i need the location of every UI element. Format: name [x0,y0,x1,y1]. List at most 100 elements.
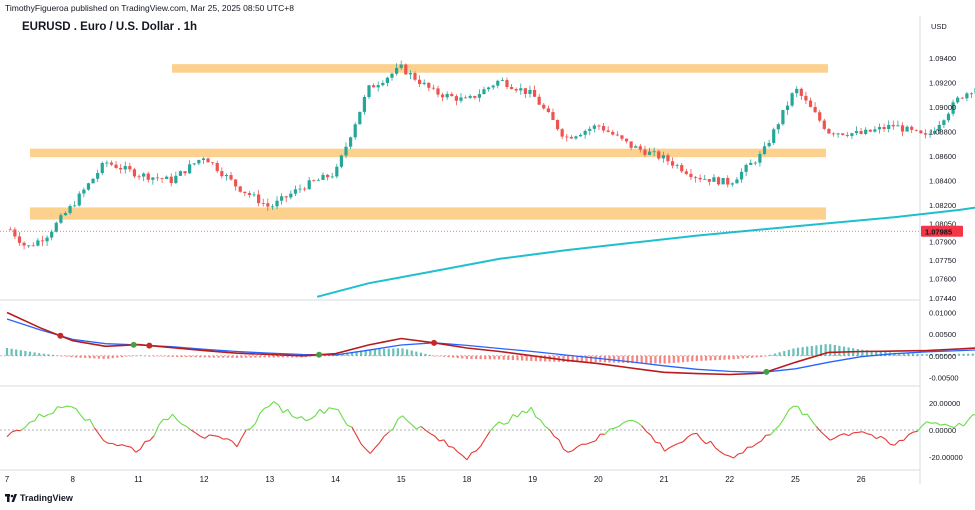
macd-histogram-bar [663,355,666,364]
candle-body [372,85,376,88]
price-tick-label: 1.07600 [929,274,956,283]
candle-body [739,171,744,180]
candle-body [8,229,12,231]
candle-body [592,125,596,129]
candle-body [923,133,928,135]
macd-histogram-bar [378,349,381,356]
oscillator-segment [112,443,118,447]
oscillator-segment [623,420,629,424]
macd-histogram-bar [194,355,197,358]
oscillator-segment [319,408,325,414]
oscillator-segment [926,421,932,424]
candle-body [744,164,748,172]
candle-body [910,126,914,130]
oscillator-segment [85,418,90,421]
candle-body [615,134,619,136]
candle-body [629,141,633,148]
oscillator-segment [126,445,132,448]
oscillator-segment [590,440,596,443]
candle-body [905,126,909,132]
time-axis[interactable]: 7 8 11 12 13 14 15 18 19 20 21 22 25 26 [5,475,866,484]
candle-body [132,169,137,177]
macd-histogram-bar [649,355,652,364]
oscillator-segment [369,447,376,454]
macd-crossover-dot [130,341,137,348]
candle-body [17,236,22,243]
macd-histogram-bar [452,355,455,358]
time-tick-label: 25 [791,475,800,484]
macd-histogram-bar [769,354,772,356]
oscillator-segment [277,404,284,414]
candle-body [266,203,270,207]
candle-body [427,82,431,88]
macd-histogram-bar [796,347,800,356]
candle-body [698,177,702,180]
macd-histogram-bar [235,355,239,358]
candle-body [500,80,504,81]
oscillator-segment [75,408,82,416]
moving-average-line [316,206,975,298]
macd-crossover-dot [431,339,438,346]
candle-body [758,153,762,163]
candle-body [109,162,114,165]
oscillator-segment [549,429,555,437]
macd-histogram-bar [392,348,395,356]
macd-crossover-dot [57,332,64,339]
oscillator-segment [880,435,886,440]
oscillator-segment [655,441,661,444]
oscillator-segment [103,440,109,444]
candle-body [799,88,803,96]
oscillator-segment [921,421,928,427]
oscillator-segment [38,413,45,418]
oscillator-segment [866,433,872,436]
price-tick-label: 1.08400 [929,176,956,185]
macd-histogram-bar [695,355,698,362]
macd-histogram-bar [516,355,519,361]
oscillator-segment [6,431,12,438]
candle-body [155,177,160,179]
time-tick-label: 11 [134,475,143,484]
oscillator-segment [296,416,302,419]
oscillator-segment [48,412,54,415]
oscillator-segment [705,440,711,445]
candle-body [339,155,344,167]
oscillator-segment [93,427,100,435]
macd-histogram-bar [157,355,160,357]
macd-histogram-bar [180,355,183,358]
candle-body [229,175,233,180]
macd-histogram-bar [829,344,832,356]
oscillator-segment [195,432,201,437]
macd-histogram-bar [755,355,758,358]
chart-canvas[interactable]: 1.09400 1.09200 1.09000 1.08800 1.08600 1.084… [0,0,975,510]
oscillator-segment [66,405,72,408]
candle-body [404,64,408,75]
candle-body [891,124,895,127]
candle-body [243,191,247,194]
oscillator-segment [751,443,757,448]
oscillator-layer [0,401,975,461]
oscillator-segment [641,425,647,432]
oscillator-segment [416,425,422,430]
oscillator-segment [820,431,826,437]
candle-body [123,166,127,170]
candle-body [119,167,123,170]
macd-histogram-bar [612,355,616,363]
candle-body [822,120,826,129]
candle-body [330,176,334,178]
candle-body [726,178,730,185]
candle-body [900,125,905,132]
macd-histogram-bar [741,355,744,359]
oscillator-segment [71,406,77,410]
macd-histogram-bar [677,355,680,363]
candle-body [473,95,477,98]
macd-histogram-bar [493,355,496,360]
oscillator-segment [287,409,293,417]
candle-body [220,171,224,177]
oscillator-segment [172,413,178,421]
price-axis[interactable]: 1.09400 1.09200 1.09000 1.08800 1.08600 1.084… [929,54,963,462]
candle-body [808,100,813,107]
candle-body [349,137,353,147]
candle-body [532,89,537,97]
oscillator-segment [517,410,523,418]
candle-body [767,142,771,147]
